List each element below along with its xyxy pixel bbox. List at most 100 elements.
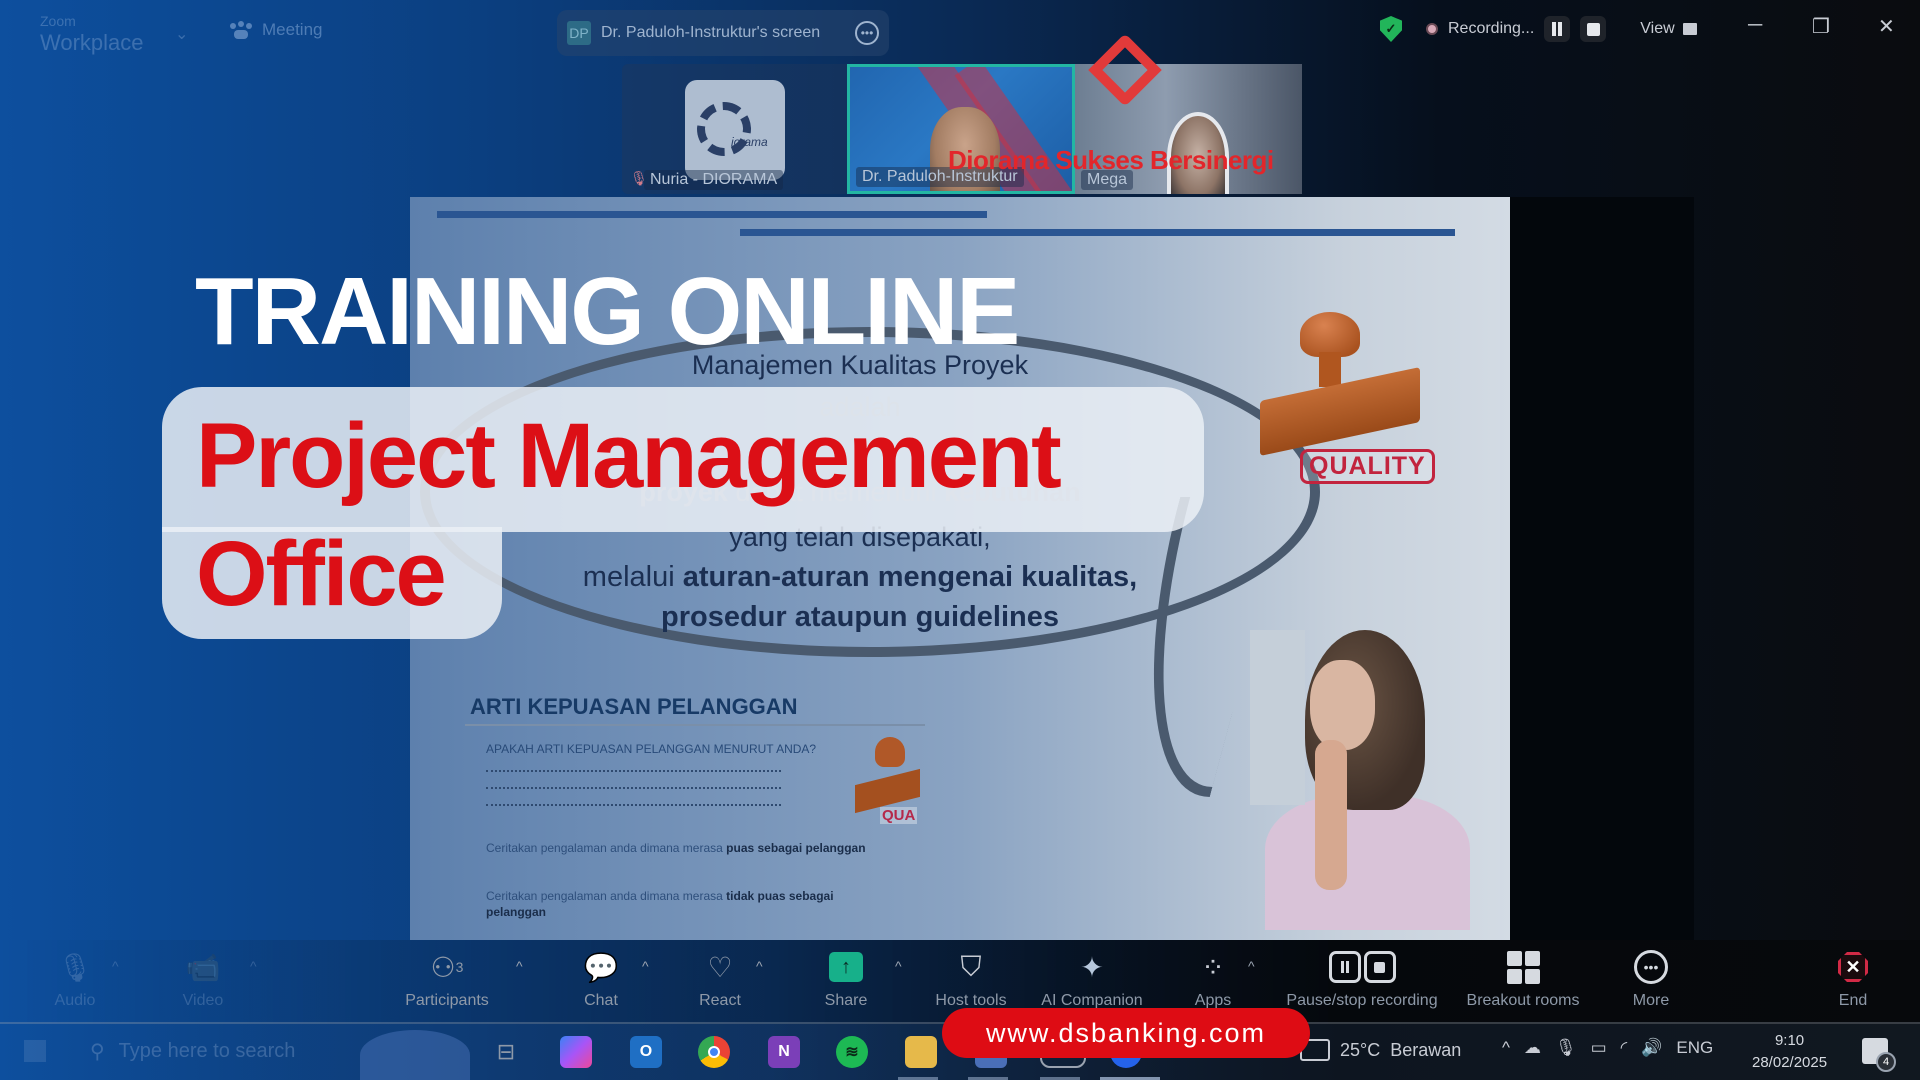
react-label: React — [699, 992, 741, 1009]
participants-button[interactable]: ⚇ 3 Participants — [392, 946, 502, 1010]
share-arrow-icon: ↑ — [829, 952, 863, 982]
volume-icon[interactable]: 🔊 — [1641, 1038, 1662, 1058]
restore-button[interactable]: ❐ — [1812, 14, 1830, 39]
mini-stamp-image: QUA — [855, 737, 920, 832]
share-icon-wrap: ↑ — [791, 946, 901, 988]
presenter-avatar: DP — [567, 21, 591, 45]
zoom-top-bar: Zoom Workplace ⌄ Meeting DP Dr. Paduloh-… — [0, 0, 1920, 62]
end-x-icon: ✕ — [1838, 952, 1868, 982]
chrome-icon[interactable] — [698, 1036, 730, 1068]
minimize-button[interactable]: ─ — [1748, 14, 1762, 37]
windows-start-icon[interactable] — [24, 1040, 46, 1062]
participants-icon: ⚇ 3 — [430, 951, 464, 983]
weather-widget[interactable]: 25°C Berawan — [1300, 1039, 1461, 1061]
notification-center-icon[interactable]: 4 — [1862, 1038, 1896, 1072]
ai-companion-button[interactable]: ✦ AI Companion — [1036, 946, 1148, 1010]
video-options-caret[interactable]: ^ — [250, 958, 257, 974]
screen-share-indicator[interactable]: DP Dr. Paduloh-Instruktur's screen ••• — [557, 10, 889, 56]
notification-count-badge: 4 — [1876, 1052, 1896, 1072]
more-icon-wrap: ••• — [1596, 946, 1706, 988]
pause-stop-recording-button[interactable]: Pause/stop recording — [1282, 946, 1442, 1010]
participants-options-caret[interactable]: ^ — [516, 958, 523, 974]
host-shield-icon: ⛉ — [960, 950, 982, 982]
task-view-icon[interactable]: ⊟ — [490, 1036, 522, 1068]
end-label: End — [1838, 992, 1868, 1009]
file-explorer-icon[interactable] — [905, 1036, 937, 1068]
slide-plain-text: melalui — [582, 561, 675, 593]
pause-stop-icon-pair — [1328, 951, 1396, 983]
search-highlight-art — [360, 1030, 470, 1080]
chat-label: Chat — [584, 992, 618, 1009]
slide-text-line6: prosedur ataupun guidelines — [661, 601, 1059, 633]
brand-watermark: Diorama Sukses Bersinergi — [948, 145, 1274, 175]
video-label: Video — [182, 992, 224, 1009]
show-hidden-icons-chevron-icon[interactable]: ^ — [1502, 1038, 1510, 1058]
meeting-tab[interactable]: Meeting — [230, 20, 322, 40]
slide-decor-bar — [740, 229, 1455, 236]
audio-options-caret[interactable]: ^ — [112, 958, 119, 974]
meeting-label: Meeting — [262, 20, 323, 39]
encryption-shield-icon[interactable]: ✓ — [1380, 16, 1402, 42]
sparkle-icon: ✦ — [1080, 951, 1104, 983]
recording-status: Recording... — [1448, 20, 1535, 37]
audio-label: Audio — [54, 992, 96, 1009]
recording-controls: ✓ Recording... View — [1380, 14, 1697, 44]
screen-share-margin — [1510, 197, 1694, 940]
chat-options-caret[interactable]: ^ — [642, 958, 649, 974]
copilot-icon[interactable] — [560, 1036, 592, 1068]
more-label: More — [1632, 992, 1670, 1009]
apps-button[interactable]: ⁘ Apps — [1158, 946, 1268, 1010]
story-plain: Ceritakan pengalaman anda dimana merasa — [486, 889, 723, 903]
recording-controls-icon — [1282, 946, 1442, 988]
stop-icon — [1586, 22, 1600, 36]
answer-line — [486, 804, 781, 806]
view-button[interactable]: View — [1640, 20, 1697, 38]
microphone-tray-icon[interactable]: 🎙 — [1555, 1038, 1577, 1058]
chat-button[interactable]: 💬 Chat — [546, 946, 656, 1010]
share-options-caret[interactable]: ^ — [895, 958, 902, 974]
overlay-title-project-management: Project Management — [196, 405, 1062, 507]
participant-tile[interactable]: iorama 🎙 Nuria - DIORAMA — [622, 64, 847, 194]
stamp-neck — [1319, 352, 1341, 387]
more-button[interactable]: ••• More — [1596, 946, 1706, 1010]
weather-temp: 25°C — [1340, 1039, 1381, 1060]
more-options-icon[interactable]: ••• — [855, 21, 879, 45]
slide-text-line5: melalui aturan-aturan mengenai kualitas, — [410, 561, 1310, 594]
video-button[interactable]: 📹 Video — [148, 946, 258, 1010]
quality-stamp-image: QUALITY — [1255, 312, 1455, 487]
react-button[interactable]: ♡ React — [665, 946, 775, 1010]
search-placeholder: Type here to search — [118, 1040, 296, 1062]
close-button[interactable]: ✕ — [1878, 14, 1895, 39]
react-options-caret[interactable]: ^ — [756, 958, 763, 974]
system-tray: ^ ☁ 🎙 ▭ ◜ 🔊 ENG — [1502, 1038, 1713, 1058]
chat-icon: 💬 — [583, 951, 619, 983]
battery-icon[interactable]: ▭ — [1591, 1038, 1607, 1058]
stamp-label: QUALITY — [1300, 449, 1435, 484]
apps-options-caret[interactable]: ^ — [1248, 958, 1255, 974]
answer-line — [486, 770, 781, 772]
image-crop-mask — [1250, 630, 1305, 805]
breakout-rooms-button[interactable]: Breakout rooms — [1448, 946, 1598, 1010]
pause-stop-recording-label: Pause/stop recording — [1286, 992, 1438, 1009]
share-button[interactable]: ↑ Share — [791, 946, 901, 1010]
onedrive-cloud-icon[interactable]: ☁ — [1524, 1038, 1541, 1058]
stop-recording-button[interactable] — [1580, 16, 1607, 42]
outlook-icon[interactable]: O — [630, 1036, 662, 1068]
host-tools-button[interactable]: ⛉ Host tools — [916, 946, 1026, 1010]
breakout-rooms-icon — [1448, 946, 1598, 988]
diorama-brand-logo-icon — [1088, 30, 1162, 130]
taskbar-search-box[interactable]: ⚲ Type here to search — [60, 1039, 295, 1064]
language-indicator[interactable]: ENG — [1676, 1038, 1713, 1058]
video-off-icon: 📹 — [185, 951, 221, 983]
recording-dot-icon — [1426, 23, 1438, 35]
pause-recording-button[interactable] — [1544, 16, 1571, 42]
end-meeting-button[interactable]: ✕ End — [1798, 946, 1908, 1010]
section-title: ARTI KEPUASAN PELANGGAN — [470, 694, 798, 719]
workspace-switcher[interactable]: Zoom Workplace ⌄ — [40, 10, 188, 54]
slide-decor-bar — [437, 211, 987, 218]
spotify-icon[interactable]: ≋ — [836, 1036, 868, 1068]
onenote-icon[interactable]: N — [768, 1036, 800, 1068]
taskbar-clock[interactable]: 9:10 28/02/2025 — [1752, 1030, 1827, 1074]
audio-button[interactable]: 🎙 Audio — [20, 946, 130, 1010]
wifi-icon[interactable]: ◜ — [1621, 1038, 1628, 1058]
